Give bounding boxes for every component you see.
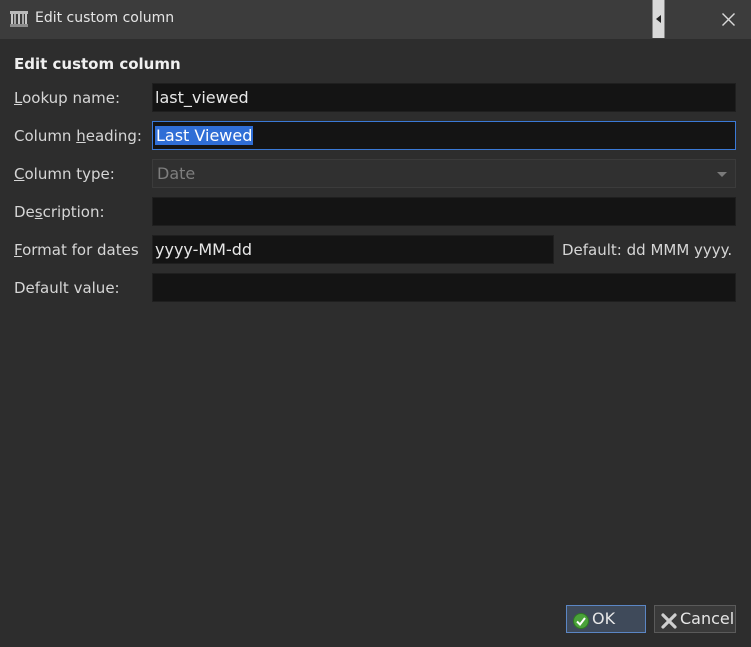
default-value-label: Default value: <box>14 279 120 297</box>
title-bar: Edit custom column <box>0 0 751 39</box>
description-label: Description: <box>14 203 105 221</box>
lookup-name-input[interactable]: last_viewed <box>152 83 736 112</box>
dialog-heading: Edit custom column <box>14 55 181 73</box>
selected-text: Last Viewed <box>155 126 254 145</box>
column-heading-input[interactable]: Last Viewed <box>152 121 736 150</box>
column-type-label: Column type: <box>14 165 115 183</box>
lookup-name-label: Lookup name: <box>14 89 121 107</box>
triangle-left-icon <box>656 15 661 23</box>
default-value-input[interactable] <box>152 273 736 302</box>
cancel-x-icon <box>661 611 677 637</box>
ok-button[interactable]: OK <box>566 605 646 633</box>
cancel-button[interactable]: Cancel <box>654 605 736 633</box>
cancel-button-label: Cancel <box>680 609 735 628</box>
ok-button-label: OK <box>592 609 616 628</box>
window-title: Edit custom column <box>35 10 175 26</box>
close-icon <box>722 13 735 26</box>
format-dates-label: Format for dates <box>14 241 139 259</box>
column-type-value: Date <box>157 164 196 183</box>
column-heading-label: Column heading: <box>14 127 142 145</box>
scroll-handle[interactable] <box>652 0 665 38</box>
close-button[interactable] <box>706 0 751 39</box>
column-type-select[interactable]: Date <box>152 159 736 188</box>
format-dates-hint: Default: dd MMM yyyy. <box>562 241 733 259</box>
format-dates-input[interactable]: yyyy-MM-dd <box>152 235 554 264</box>
check-icon <box>573 611 589 637</box>
description-input[interactable] <box>152 197 736 226</box>
edit-custom-column-dialog: Edit custom column Edit custom column Lo… <box>0 0 751 647</box>
library-icon <box>10 11 28 27</box>
chevron-down-icon <box>717 172 727 177</box>
